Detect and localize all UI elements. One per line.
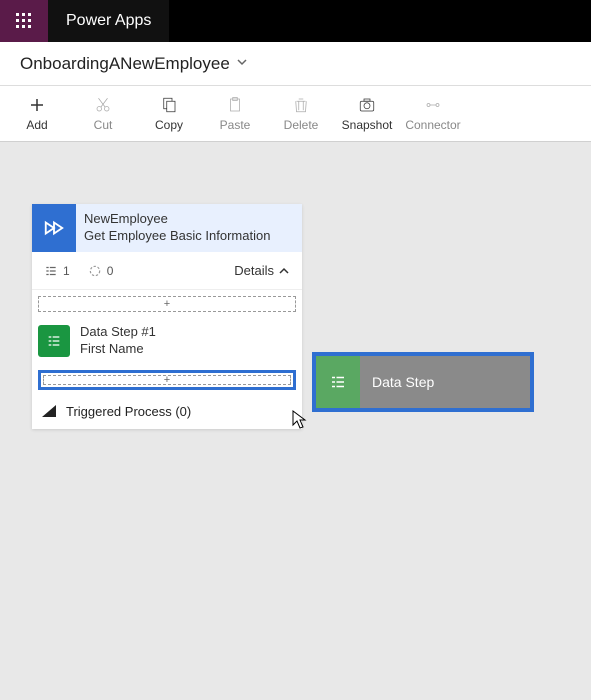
waffle-icon	[16, 13, 32, 29]
card-header-text: NewEmployee Get Employee Basic Informati…	[76, 207, 278, 249]
card-subtitle: Get Employee Basic Information	[84, 228, 270, 245]
data-step-icon	[38, 325, 70, 357]
connector-label: Connector	[405, 118, 460, 132]
dragging-step-tile[interactable]: Data Step	[312, 352, 534, 412]
add-label: Add	[26, 118, 47, 132]
triggered-process-row[interactable]: Triggered Process (0)	[32, 396, 302, 429]
drop-slot-top[interactable]: +	[38, 296, 296, 312]
drag-step-label: Data Step	[360, 374, 434, 390]
triggered-label: Triggered Process (0)	[66, 404, 191, 419]
title-bar: Power Apps	[0, 0, 591, 42]
camera-icon	[358, 96, 376, 114]
copy-button[interactable]: Copy	[136, 96, 202, 132]
app-launcher-button[interactable]	[0, 0, 48, 42]
clipboard-icon	[226, 96, 244, 114]
card-meta-row: 1 0 Details	[32, 252, 302, 290]
snapshot-button[interactable]: Snapshot	[334, 96, 400, 132]
slot-plus-active: +	[164, 374, 170, 386]
process-icon	[32, 204, 76, 252]
steps-count: 1	[44, 264, 70, 278]
slot-plus: +	[164, 298, 170, 310]
paste-button[interactable]: Paste	[202, 96, 268, 132]
connector-icon	[424, 96, 442, 114]
add-button[interactable]: Add	[4, 96, 70, 132]
chevron-down-icon[interactable]	[236, 55, 248, 73]
card-header[interactable]: NewEmployee Get Employee Basic Informati…	[32, 204, 302, 252]
trash-icon	[292, 96, 310, 114]
steps-count-value: 1	[63, 264, 70, 278]
designer-canvas[interactable]: NewEmployee Get Employee Basic Informati…	[0, 142, 591, 700]
card-title: NewEmployee	[84, 211, 270, 228]
spinner-icon	[88, 264, 102, 278]
details-toggle[interactable]: Details	[234, 263, 290, 278]
cut-button[interactable]: Cut	[70, 96, 136, 132]
step-title: Data Step #1	[80, 324, 156, 341]
drag-step-icon	[316, 356, 360, 408]
snapshot-label: Snapshot	[342, 118, 393, 132]
delete-label: Delete	[284, 118, 319, 132]
app-title: Power Apps	[48, 0, 169, 42]
cut-label: Cut	[94, 118, 113, 132]
drop-slot-active[interactable]: +	[38, 370, 296, 390]
step-sub: First Name	[80, 341, 156, 358]
data-step-text: Data Step #1 First Name	[80, 324, 156, 358]
paste-label: Paste	[220, 118, 251, 132]
data-step-row[interactable]: Data Step #1 First Name	[32, 318, 302, 364]
scissors-icon	[94, 96, 112, 114]
list-icon	[44, 264, 58, 278]
toolbar: Add Cut Copy Paste Delete Snapshot Conne…	[0, 86, 591, 142]
chevron-up-icon	[278, 265, 290, 277]
details-label: Details	[234, 263, 274, 278]
flow-name[interactable]: OnboardingANewEmployee	[20, 54, 230, 74]
plus-icon	[28, 96, 46, 114]
delete-button[interactable]: Delete	[268, 96, 334, 132]
pending-count: 0	[88, 264, 114, 278]
process-card[interactable]: NewEmployee Get Employee Basic Informati…	[32, 204, 302, 429]
copy-label: Copy	[155, 118, 183, 132]
copy-icon	[160, 96, 178, 114]
breadcrumb-bar: OnboardingANewEmployee	[0, 42, 591, 86]
triangle-icon	[42, 405, 56, 417]
connector-button[interactable]: Connector	[400, 96, 466, 132]
pending-count-value: 0	[107, 264, 114, 278]
